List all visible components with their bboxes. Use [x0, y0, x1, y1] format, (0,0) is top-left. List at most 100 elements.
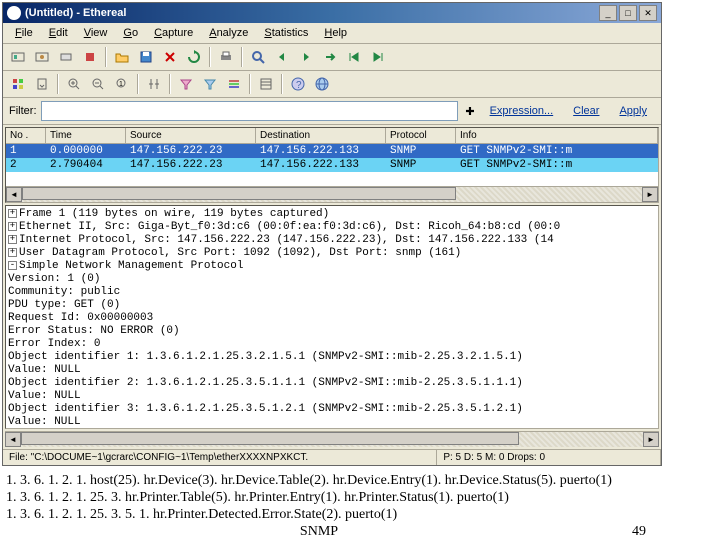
help-icon[interactable]: ?	[287, 73, 309, 95]
scroll-left-icon[interactable]: ◄	[6, 187, 22, 202]
menu-view[interactable]: View	[76, 25, 116, 41]
scroll-right-icon[interactable]: ►	[642, 187, 658, 202]
detail-line[interactable]: +Ethernet II, Src: Giga-Byt_f0:3d:c6 (00…	[8, 221, 656, 234]
menu-file[interactable]: File	[7, 25, 41, 41]
detail-line[interactable]: Error Index: 0	[8, 338, 656, 351]
save-icon[interactable]	[135, 46, 157, 68]
colorize-icon[interactable]	[7, 73, 29, 95]
close-file-icon[interactable]	[159, 46, 181, 68]
menu-capture[interactable]: Capture	[146, 25, 201, 41]
minimize-button[interactable]: _	[599, 5, 617, 21]
titlebar: (Untitled) - Ethereal _ □ ✕	[3, 3, 661, 23]
detail-line[interactable]: Object identifier 2: 1.3.6.1.2.1.25.3.5.…	[8, 377, 656, 390]
autoscroll-icon[interactable]	[31, 73, 53, 95]
goto-prev-icon[interactable]	[271, 46, 293, 68]
col-time[interactable]: Time	[46, 128, 126, 143]
detail-line[interactable]: Object identifier 1: 1.3.6.1.2.1.25.3.2.…	[8, 351, 656, 364]
collapse-icon[interactable]: -	[8, 261, 17, 270]
col-destination[interactable]: Destination	[256, 128, 386, 143]
interfaces-icon[interactable]	[7, 46, 29, 68]
detail-line[interactable]: Value: NULL	[8, 364, 656, 377]
filter-label: Filter:	[9, 105, 37, 117]
expand-icon[interactable]: +	[8, 222, 17, 231]
goto-packet-icon[interactable]	[319, 46, 341, 68]
capture-filters-icon[interactable]	[175, 73, 197, 95]
detail-line[interactable]: -Simple Network Management Protocol	[8, 260, 656, 273]
zoom-out-icon[interactable]	[87, 73, 109, 95]
goto-first-icon[interactable]	[343, 46, 365, 68]
detail-line[interactable]: PDU type: GET (0)	[8, 299, 656, 312]
menu-go[interactable]: Go	[115, 25, 146, 41]
stop-capture-icon[interactable]	[79, 46, 101, 68]
open-icon[interactable]	[111, 46, 133, 68]
zoom-100-icon[interactable]: 1	[111, 73, 133, 95]
detail-line[interactable]: Request Id: 0x00000003	[8, 312, 656, 325]
separator	[209, 47, 211, 67]
separator	[105, 47, 107, 67]
goto-next-icon[interactable]	[295, 46, 317, 68]
clear-button[interactable]: Clear	[565, 103, 607, 119]
expand-icon[interactable]: +	[8, 209, 17, 218]
start-capture-icon[interactable]	[55, 46, 77, 68]
detail-line[interactable]: Object identifier 3: 1.3.6.1.2.1.25.3.5.…	[8, 403, 656, 416]
packet-row[interactable]: 10.000000147.156.222.23147.156.222.133SN…	[6, 144, 658, 158]
apply-button[interactable]: Apply	[611, 103, 655, 119]
website-icon[interactable]	[311, 73, 333, 95]
detail-line[interactable]: +User Datagram Protocol, Src Port: 1092 …	[8, 247, 656, 260]
options-icon[interactable]	[31, 46, 53, 68]
col-source[interactable]: Source	[126, 128, 256, 143]
expand-icon[interactable]: +	[8, 248, 17, 257]
coloring-rules-icon[interactable]	[223, 73, 245, 95]
filter-input[interactable]	[41, 101, 459, 121]
close-button[interactable]: ✕	[639, 5, 657, 21]
expression-button[interactable]: Expression...	[482, 103, 562, 119]
detail-line[interactable]: Value: NULL	[8, 416, 656, 429]
app-icon	[7, 6, 21, 20]
find-icon[interactable]	[247, 46, 269, 68]
col-protocol[interactable]: Protocol	[386, 128, 456, 143]
details-hscrollbar[interactable]: ◄ ►	[5, 431, 659, 447]
detail-line[interactable]: Value: NULL	[8, 390, 656, 403]
col-no[interactable]: No .	[6, 128, 46, 143]
menu-help[interactable]: Help	[316, 25, 355, 41]
separator	[281, 74, 283, 94]
maximize-button[interactable]: □	[619, 5, 637, 21]
scroll-right-icon[interactable]: ►	[643, 432, 659, 447]
detail-line[interactable]: Version: 1 (0)	[8, 273, 656, 286]
menu-analyze[interactable]: Analyze	[201, 25, 256, 41]
status-file: File: "C:\DOCUME~1\gcrarc\CONFIG~1\Temp\…	[3, 450, 437, 465]
separator	[241, 47, 243, 67]
preferences-icon[interactable]	[255, 73, 277, 95]
filter-add-icon[interactable]: ✚	[462, 105, 477, 118]
packet-row[interactable]: 22.790404147.156.222.23147.156.222.133SN…	[6, 158, 658, 172]
toolbar-2: 1 ?	[3, 71, 661, 98]
goto-last-icon[interactable]	[367, 46, 389, 68]
status-packets: P: 5 D: 5 M: 0 Drops: 0	[437, 450, 661, 465]
filter-toolbar: Filter: ✚ Expression... Clear Apply	[3, 98, 661, 125]
details-pane: +Frame 1 (119 bytes on wire, 119 bytes c…	[5, 205, 659, 429]
statusbar: File: "C:\DOCUME~1\gcrarc\CONFIG~1\Temp\…	[3, 449, 661, 465]
print-icon[interactable]	[215, 46, 237, 68]
detail-line[interactable]: Community: public	[8, 286, 656, 299]
packet-list: No . Time Source Destination Protocol In…	[5, 127, 659, 203]
ethereal-window: (Untitled) - Ethereal _ □ ✕ File Edit Vi…	[2, 2, 662, 466]
scroll-left-icon[interactable]: ◄	[5, 432, 21, 447]
detail-line[interactable]: +Internet Protocol, Src: 147.156.222.23 …	[8, 234, 656, 247]
resize-columns-icon[interactable]	[143, 73, 165, 95]
menu-edit[interactable]: Edit	[41, 25, 76, 41]
col-info[interactable]: Info	[456, 128, 658, 143]
footer-line: 1. 3. 6. 1. 2. 1. 25. 3. hr.Printer.Tabl…	[6, 489, 714, 506]
window-title: (Untitled) - Ethereal	[25, 7, 597, 19]
menu-statistics[interactable]: Statistics	[256, 25, 316, 41]
separator	[57, 74, 59, 94]
svg-text:?: ?	[296, 80, 302, 91]
detail-line[interactable]: +Frame 1 (119 bytes on wire, 119 bytes c…	[8, 208, 656, 221]
page-number: 49	[632, 523, 646, 540]
detail-line[interactable]: Error Status: NO ERROR (0)	[8, 325, 656, 338]
expand-icon[interactable]: +	[8, 235, 17, 244]
zoom-in-icon[interactable]	[63, 73, 85, 95]
hscrollbar[interactable]: ◄ ►	[6, 186, 658, 202]
reload-icon[interactable]	[183, 46, 205, 68]
display-filters-icon[interactable]	[199, 73, 221, 95]
separator	[137, 74, 139, 94]
